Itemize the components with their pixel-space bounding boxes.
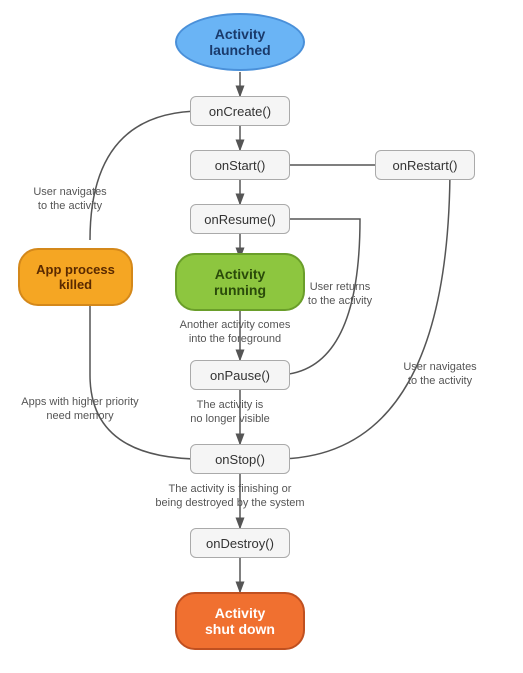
on-start-node: onStart() — [190, 150, 290, 180]
on-pause-node: onPause() — [190, 360, 290, 390]
apps-higher-priority-label: Apps with higher priority need memory — [10, 395, 150, 424]
no-longer-visible-label: The activity is no longer visible — [145, 398, 315, 427]
activity-launched-node: Activity launched — [175, 13, 305, 71]
activity-running-node: Activity running — [175, 253, 305, 311]
user-navigates2-label: User navigates to the activity — [390, 360, 490, 389]
on-resume-node: onResume() — [190, 204, 290, 234]
app-process-killed-node: App process killed — [18, 248, 133, 306]
on-create-node: onCreate() — [190, 96, 290, 126]
user-navigates-label: User navigates to the activity — [10, 185, 130, 214]
user-returns-label: User returns to the activity — [295, 280, 385, 309]
lifecycle-diagram: Activity launched onCreate() onStart() o… — [0, 0, 523, 673]
on-stop-node: onStop() — [190, 444, 290, 474]
on-restart-node: onRestart() — [375, 150, 475, 180]
finishing-destroyed-label: The activity is finishing or being destr… — [130, 482, 330, 511]
activity-shutdown-node: Activity shut down — [175, 592, 305, 650]
another-activity-label: Another activity comes into the foregrou… — [150, 318, 320, 347]
on-destroy-node: onDestroy() — [190, 528, 290, 558]
